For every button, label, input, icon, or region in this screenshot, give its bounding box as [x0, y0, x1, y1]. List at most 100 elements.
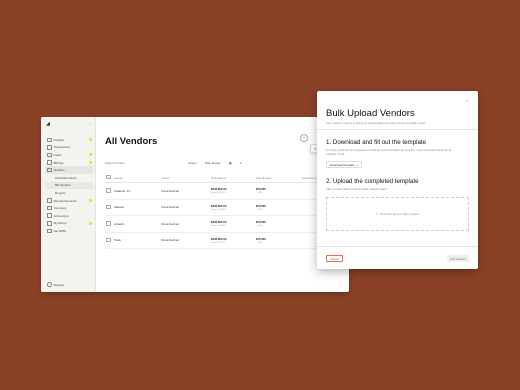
column-header[interactable]: Last 30 days	[254, 173, 301, 183]
filter-owner[interactable]: Owner	[188, 161, 197, 165]
sidebar-item-cards[interactable]: Cards	[45, 151, 93, 159]
sidebar-item-bill-vendors[interactable]: Bill Vendors	[45, 181, 93, 190]
last30-amount: $70,000	[255, 236, 266, 241]
status-badge	[89, 221, 92, 225]
calendar-icon[interactable]: ▦	[229, 161, 232, 165]
total-spend: $230,800.00	[210, 236, 227, 241]
vendor-name: Snake AI, Inc	[113, 182, 161, 200]
page-title: All Vendors	[105, 136, 158, 147]
add-vendors-label: Add Vendors	[449, 256, 466, 261]
owner-name: Kiona Nacmal	[160, 232, 210, 249]
sidebar-item-accounting[interactable]: Accounting	[45, 212, 93, 220]
chart-icon	[47, 137, 52, 143]
last30-change: ↑ 4.8%	[255, 208, 263, 211]
last30-amount: $70,000	[255, 203, 266, 208]
sidebar-item-transactions[interactable]: Transactions	[45, 144, 93, 152]
sidebar-item-bill-pay[interactable]: Bill Pay	[45, 159, 93, 167]
sidebar-item-label: Settings	[53, 282, 65, 287]
gift-icon	[47, 228, 52, 234]
total-spend: $230,800.00	[210, 220, 227, 225]
close-icon[interactable]: ×	[466, 98, 468, 103]
bill-icon	[47, 160, 52, 165]
file-dropzone[interactable]: ⇪ Drop files here or click to select	[326, 197, 469, 231]
last30-cell: $70,000 ↑ 4.8%	[254, 182, 301, 200]
vendor-name: LinkedIn	[113, 215, 161, 233]
total-spend: $230,800.00	[210, 203, 227, 208]
sidebar-item-label: Bill Vendors	[55, 183, 71, 188]
sidebar-item-label: Company	[53, 206, 67, 211]
sidebar-item-reports[interactable]: Reports	[45, 189, 93, 197]
collapse-sidebar-icon[interactable]: «	[89, 122, 91, 126]
last30-change: ↑ 4.8%	[255, 192, 263, 195]
table-header-row: Vendor Owner Total Spend Last 30 days To…	[105, 173, 349, 183]
total-spend-sub: Since Jul 2022	[210, 241, 226, 244]
divider	[317, 129, 478, 130]
last30-cell: $70,000 ↑ 4.8%	[254, 232, 301, 249]
user-icon	[47, 221, 52, 226]
row-checkbox[interactable]	[105, 182, 113, 200]
list-icon	[47, 145, 52, 150]
sidebar-item-label: My Ramp	[53, 221, 67, 226]
download-template-button[interactable]: Download Template ⤓	[326, 161, 362, 168]
sidebar-item-company[interactable]: Company	[45, 204, 93, 212]
total-spend-sub: Since Jul 2022	[210, 225, 226, 228]
status-badge	[89, 160, 92, 164]
column-header[interactable]: Owner	[160, 173, 210, 183]
sidebar-item-settings[interactable]: Settings	[47, 282, 64, 287]
sliders-icon[interactable]: ≡	[240, 161, 242, 165]
dropzone-label: Drop files here or click to select	[380, 212, 420, 216]
search-input[interactable]: Search & Filter	[105, 161, 125, 165]
main-content: All Vendors ? ⇪ Bulk Upload Vendors Sear…	[96, 117, 349, 292]
owner-name: Kiona Nacmal	[160, 215, 210, 233]
total-spend-cell: $230,800.00 Since Jul 2022	[209, 182, 255, 200]
download-template-label: Download Template	[330, 162, 355, 167]
sidebar-item-label: Transactions	[53, 145, 71, 150]
table-row[interactable]: LinkedIn Kiona Nacmal $230,800.00 Since Jul…	[105, 215, 349, 233]
select-all-checkbox[interactable]	[105, 173, 113, 183]
step2-description: After you have filled out the template, …	[326, 188, 388, 191]
column-header[interactable]: Vendor	[113, 173, 161, 183]
sidebar-item-label: Reports	[55, 190, 66, 195]
modal-subtitle: Add multiple vendors to Ramp by download…	[326, 121, 426, 125]
status-badge	[89, 198, 92, 202]
sidebar-item-label: Insights	[53, 137, 64, 142]
sidebar-item-get-250[interactable]: Get $250	[45, 227, 93, 235]
last30-cell: $70,000 ↑ 4.8%	[254, 215, 301, 233]
sidebar-item-card-merchants[interactable]: Card Merchants	[45, 174, 93, 182]
table-row[interactable]: Classrtc Kiona Nacmal $230,800.00 Since Jul…	[105, 199, 349, 216]
app-window: ◢ « Insights Transactions Cards Bill Pay Ven…	[41, 117, 349, 292]
vendors-icon	[47, 167, 52, 173]
last30-change: ↑ 4.8%	[255, 241, 263, 244]
total-spend-cell: $230,800.00 Since Jul 2022	[209, 215, 255, 233]
add-vendors-button[interactable]: Add Vendors	[446, 255, 469, 262]
receipt-icon	[47, 198, 52, 203]
cancel-button[interactable]: Cancel	[326, 255, 343, 262]
sidebar-item-vendors[interactable]: Vendors	[45, 166, 93, 174]
total-spend-sub: Since Jul 2022	[210, 208, 226, 211]
last30-cell: $70,000 ↑ 4.8%	[254, 199, 301, 216]
sidebar-item-label: Get $250	[53, 228, 66, 233]
company-icon	[47, 205, 52, 211]
column-header[interactable]: Total Spend	[209, 173, 255, 183]
row-checkbox[interactable]	[105, 232, 113, 249]
help-icon[interactable]: ?	[300, 134, 308, 142]
sidebar-item-label: Accounting	[53, 213, 69, 218]
search-label: Search & Filter	[105, 161, 125, 165]
sidebar-item-label: Reimbursements	[53, 198, 77, 203]
sidebar-item-label: Bill Pay	[53, 160, 64, 165]
download-icon: ⤓	[356, 162, 358, 167]
filter-date-range[interactable]: Date Range	[205, 161, 221, 165]
table-row[interactable]: Snake AI, Inc Kiona Nacmal $230,800.00 Sinc…	[105, 182, 349, 200]
owner-name: Kiona Nacmal	[160, 182, 210, 200]
sidebar-item-reimbursements[interactable]: Reimbursements	[45, 197, 93, 205]
sidebar-item-my-ramp[interactable]: My Ramp	[45, 220, 93, 228]
row-checkbox[interactable]	[105, 199, 113, 216]
last30-change: ↑ 4.8%	[255, 225, 263, 228]
table-row[interactable]: Tesla Kiona Nacmal $230,800.00 Since Jul 20…	[105, 232, 349, 249]
sidebar-item-insights[interactable]: Insights	[45, 136, 93, 144]
row-checkbox[interactable]	[105, 215, 113, 233]
accounting-icon	[47, 213, 52, 219]
step1-description: For each vendor, fill out a separate row…	[326, 149, 452, 156]
status-badge	[89, 153, 92, 157]
sidebar: ◢ « Insights Transactions Cards Bill Pay Ven…	[41, 117, 96, 292]
